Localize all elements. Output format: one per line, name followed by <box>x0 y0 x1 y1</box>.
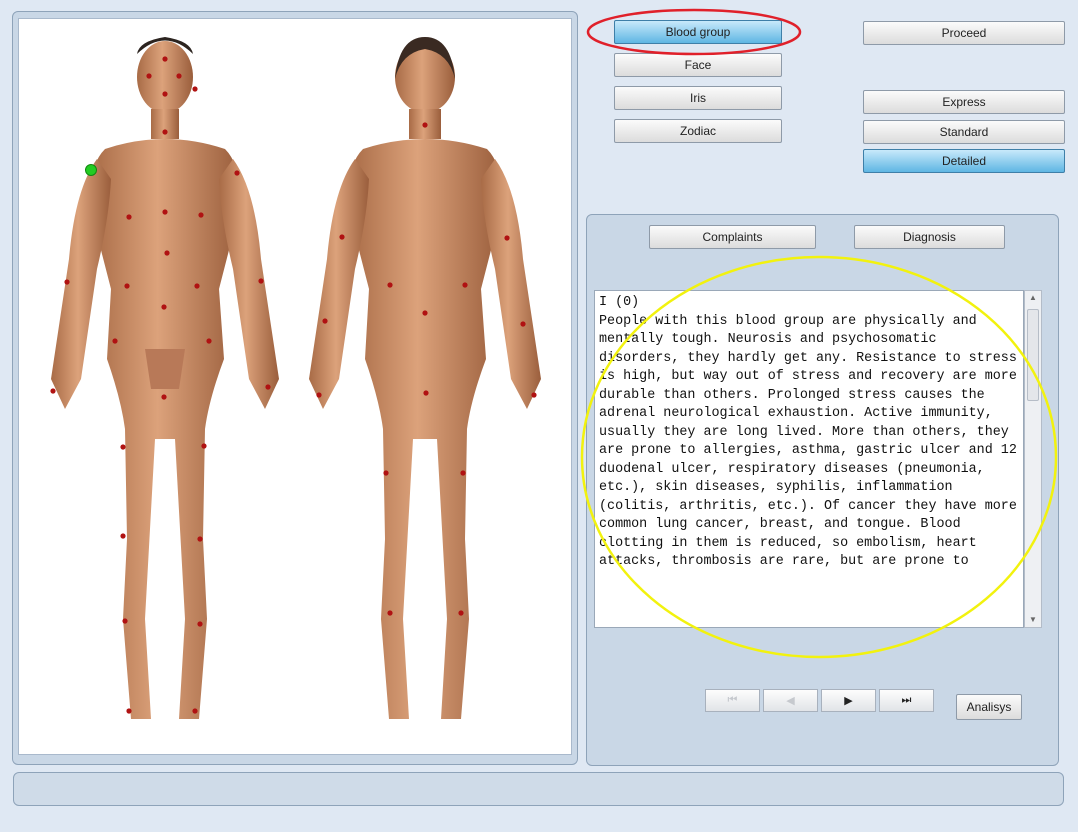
body-point <box>112 338 118 344</box>
express-button[interactable]: Express <box>863 90 1065 114</box>
body-point <box>258 278 264 284</box>
skip-end-icon: ⏭ <box>901 694 912 706</box>
body-point <box>122 618 128 624</box>
body-point <box>126 708 132 714</box>
body-point <box>197 536 203 542</box>
body-point <box>120 533 126 539</box>
body-point <box>322 318 328 324</box>
body-point <box>64 279 70 285</box>
body-point <box>504 235 510 241</box>
body-point <box>162 91 168 97</box>
body-point <box>460 470 466 476</box>
body-point <box>531 392 537 398</box>
step-back-button[interactable]: ◀ <box>763 689 818 712</box>
body-point <box>50 388 56 394</box>
body-point <box>161 394 167 400</box>
body-point <box>161 304 167 310</box>
analysis-button[interactable]: Analisys <box>956 694 1022 720</box>
express-label: Express <box>942 95 986 109</box>
body-point <box>423 390 429 396</box>
body-point <box>126 214 132 220</box>
body-point <box>124 283 130 289</box>
diagnosis-label: Diagnosis <box>903 230 956 244</box>
face-label: Face <box>684 58 712 72</box>
iris-label: Iris <box>690 91 706 105</box>
rewind-icon: ⏮ <box>727 694 738 706</box>
body-point <box>462 282 468 288</box>
body-map-canvas[interactable] <box>18 18 572 755</box>
body-point <box>422 310 428 316</box>
body-point <box>201 443 207 449</box>
standard-label: Standard <box>939 125 989 139</box>
body-point <box>197 621 203 627</box>
body-point <box>234 170 240 176</box>
body-point <box>387 282 393 288</box>
proceed-label: Proceed <box>941 26 987 40</box>
body-point <box>120 444 126 450</box>
proceed-button[interactable]: Proceed <box>863 21 1065 45</box>
detailed-label: Detailed <box>941 154 987 168</box>
body-point <box>198 212 204 218</box>
detailed-button[interactable]: Detailed <box>863 149 1065 173</box>
body-point <box>316 392 322 398</box>
front-body-figure <box>51 37 279 719</box>
status-bar <box>13 772 1064 806</box>
step-back-icon: ◀ <box>786 695 795 707</box>
standard-button[interactable]: Standard <box>863 120 1065 144</box>
back-body-figure <box>309 37 541 719</box>
body-point <box>383 470 389 476</box>
body-point <box>520 321 526 327</box>
body-point <box>162 129 168 135</box>
body-point <box>458 610 464 616</box>
zodiac-button[interactable]: Zodiac <box>614 119 782 143</box>
analysis-label: Analisys <box>966 700 1012 714</box>
selected-body-point <box>85 164 97 176</box>
play-button[interactable]: ▶ <box>821 689 876 712</box>
red-highlight-ellipse <box>586 8 802 56</box>
play-icon: ▶ <box>844 695 853 707</box>
body-point <box>387 610 393 616</box>
body-point <box>194 283 200 289</box>
body-point <box>146 73 152 79</box>
body-point <box>422 122 428 128</box>
skip-end-button[interactable]: ⏭ <box>879 689 934 712</box>
body-point <box>162 56 168 62</box>
body-point <box>164 250 170 256</box>
body-point <box>265 384 271 390</box>
body-figures <box>50 37 541 719</box>
zodiac-label: Zodiac <box>679 124 717 138</box>
iris-button[interactable]: Iris <box>614 86 782 110</box>
rewind-button[interactable]: ⏮ <box>705 689 760 712</box>
complaints-label: Complaints <box>702 230 763 244</box>
tab-diagnosis[interactable]: Diagnosis <box>854 225 1005 249</box>
tab-complaints[interactable]: Complaints <box>649 225 816 249</box>
body-point <box>192 708 198 714</box>
body-point <box>192 86 198 92</box>
body-point <box>339 234 345 240</box>
yellow-highlight-ellipse <box>580 255 1058 659</box>
body-point <box>206 338 212 344</box>
body-point <box>176 73 182 79</box>
body-point <box>162 209 168 215</box>
